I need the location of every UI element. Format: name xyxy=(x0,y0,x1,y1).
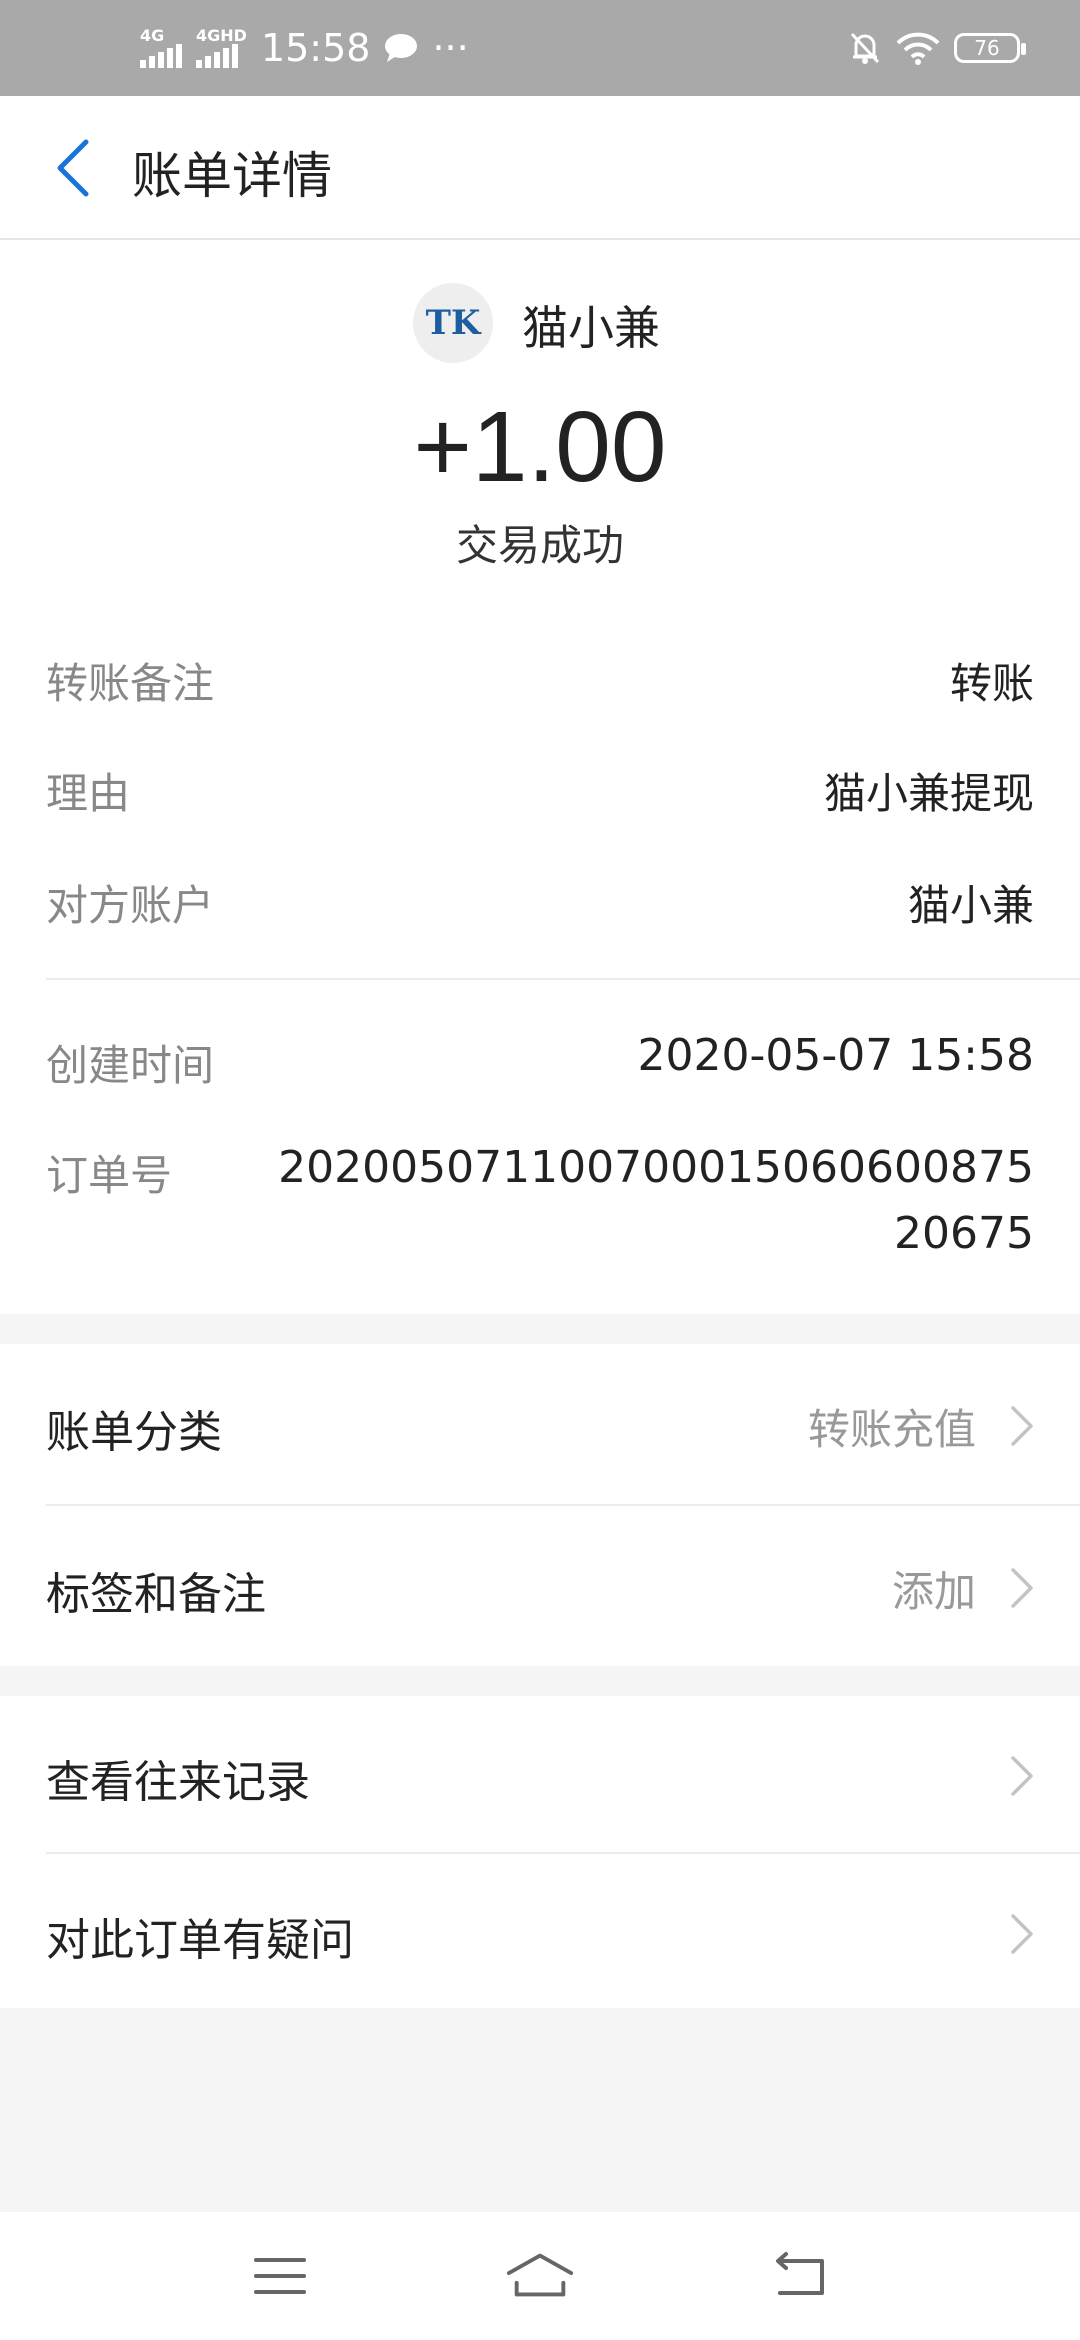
menu-icon xyxy=(254,2258,306,2294)
view-history-label: 查看往来记录 xyxy=(46,1757,310,1808)
wifi-icon xyxy=(896,32,940,65)
app-bar: 账单详情 xyxy=(0,96,1080,240)
chevron-right-icon xyxy=(1011,1406,1033,1446)
tags-notes-label: 标签和备注 xyxy=(46,1569,266,1620)
chevron-right-icon xyxy=(1011,1914,1033,1954)
remark-value: 转账 xyxy=(949,659,1034,708)
chat-bubble-icon xyxy=(385,34,418,62)
more-indicator: ··· xyxy=(432,26,469,70)
remark-label: 转账备注 xyxy=(46,659,215,708)
bill-category-label: 账单分类 xyxy=(46,1407,222,1458)
battery-level: 76 xyxy=(974,36,1000,60)
back-button[interactable] xyxy=(40,130,116,206)
home-button[interactable] xyxy=(505,2246,575,2306)
back-nav-button[interactable] xyxy=(765,2246,835,2306)
status-left: 4G 4GHD 15:58 ··· xyxy=(140,26,469,70)
signal-icon-1: 4G xyxy=(140,28,182,68)
bill-category-row[interactable]: 账单分类 转账充值 xyxy=(0,1344,1080,1504)
page-title: 账单详情 xyxy=(132,147,332,205)
tags-notes-row[interactable]: 标签和备注 添加 xyxy=(0,1506,1080,1666)
divider xyxy=(46,978,1080,980)
created-time-value: 2020-05-07 15:58 xyxy=(637,1030,1035,1081)
reason-label: 理由 xyxy=(46,769,131,818)
bill-category-value: 转账充值 xyxy=(807,1405,976,1454)
chevron-left-icon xyxy=(57,139,89,197)
status-time: 15:58 xyxy=(260,26,371,70)
amount: +1.00 xyxy=(413,391,667,503)
view-history-row[interactable]: 查看往来记录 xyxy=(0,1696,1080,1852)
network-label-2: 4GHD xyxy=(196,26,247,45)
payee-name: 猫小兼 xyxy=(522,301,660,355)
status-bar: 4G 4GHD 15:58 ··· 76 xyxy=(0,0,1080,96)
chevron-right-icon xyxy=(1011,1568,1033,1608)
signal-icon-2: 4GHD xyxy=(196,28,247,68)
order-question-label: 对此订单有疑问 xyxy=(46,1915,354,1966)
system-nav-bar xyxy=(0,2212,1080,2340)
account-value: 猫小兼 xyxy=(907,881,1034,930)
status-right: 76 xyxy=(848,30,1026,66)
battery-icon: 76 xyxy=(954,33,1026,63)
avatar-logo-text: TK xyxy=(425,303,481,343)
home-icon xyxy=(506,2253,574,2297)
account-label: 对方账户 xyxy=(46,881,215,930)
transaction-status: 交易成功 xyxy=(455,521,624,570)
network-label-1: 4G xyxy=(140,26,165,45)
created-time-label: 创建时间 xyxy=(46,1041,215,1090)
chevron-right-icon xyxy=(1011,1756,1033,1796)
menu-button[interactable] xyxy=(245,2246,315,2306)
bell-muted-icon xyxy=(850,32,880,64)
order-number-label: 订单号 xyxy=(46,1151,173,1200)
order-question-row[interactable]: 对此订单有疑问 xyxy=(0,1854,1080,2008)
reason-value: 猫小兼提现 xyxy=(823,769,1034,818)
payee-avatar: TK xyxy=(413,283,493,363)
order-number-value: 20200507110070001506060087520675 xyxy=(278,1142,1034,1259)
tags-notes-value: 添加 xyxy=(891,1567,976,1616)
return-icon xyxy=(776,2252,824,2295)
